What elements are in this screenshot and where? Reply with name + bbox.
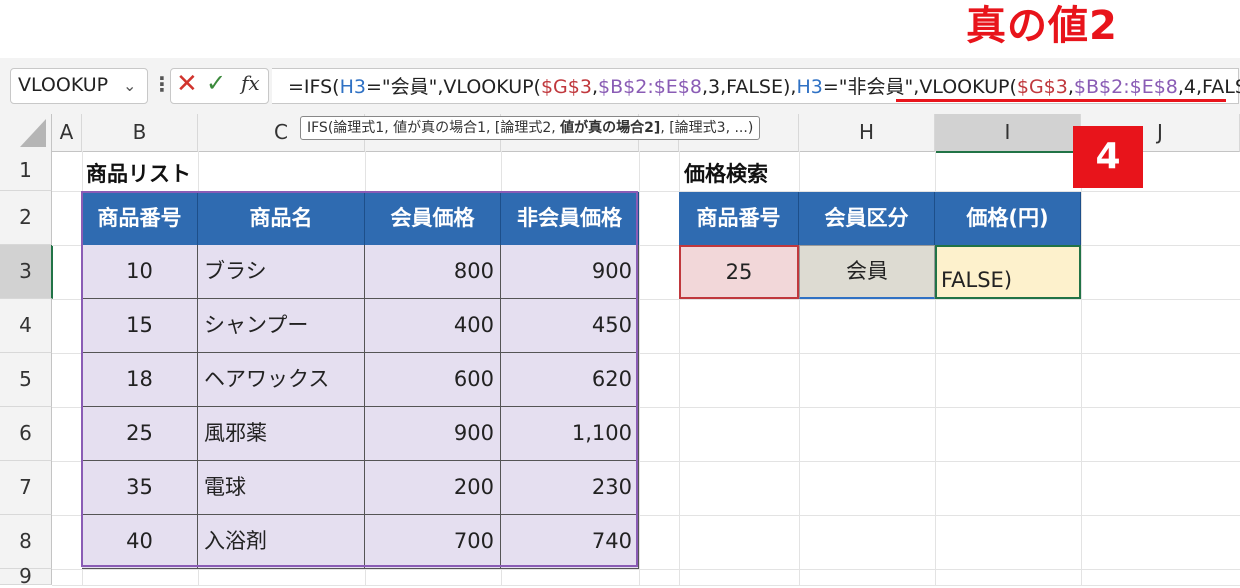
- chevron-down-icon[interactable]: ⌄: [123, 76, 136, 95]
- formula-part: ,3,FALSE): [702, 76, 791, 98]
- price-search-header[interactable]: 会員区分: [799, 192, 935, 245]
- price-search-header[interactable]: 価格(円): [935, 192, 1081, 245]
- product-list-cell[interactable]: 700: [365, 515, 501, 569]
- function-tooltip: IFS(論理式1, 値が真の場合1, [論理式2, 値が真の場合2], [論理式…: [300, 116, 761, 140]
- formula-part: ,4,FALSE): [1177, 76, 1240, 98]
- row-header-8[interactable]: 8: [0, 515, 52, 569]
- formula-part: $B$2:$E$8: [1073, 76, 1178, 98]
- formula-part: H3: [796, 76, 823, 98]
- product-list-cell[interactable]: 35: [82, 461, 198, 515]
- product-list-cell[interactable]: 400: [365, 299, 501, 353]
- product-list-cell[interactable]: 15: [82, 299, 198, 353]
- product-list-cell[interactable]: 18: [82, 353, 198, 407]
- formula-part: $B$2:$E$8: [598, 76, 702, 98]
- product-list-cell[interactable]: シャンプー: [198, 299, 365, 353]
- insert-function-icon[interactable]: fx: [241, 71, 260, 95]
- row-header-2[interactable]: 2: [0, 191, 52, 245]
- product-list-cell[interactable]: ブラシ: [198, 245, 365, 299]
- row-header-6[interactable]: 6: [0, 407, 52, 461]
- product-list-cell[interactable]: 200: [365, 461, 501, 515]
- tooltip-text-end: , [論理式3, ...): [660, 120, 754, 136]
- product-list-cell[interactable]: 800: [365, 245, 501, 299]
- more-options-icon[interactable]: ⋮: [152, 72, 172, 96]
- formula-part: ="会員",VLOOKUP(: [365, 76, 541, 98]
- product-list-cell[interactable]: 230: [501, 461, 639, 515]
- product-list-title: 商品リスト: [86, 162, 191, 186]
- select-all-triangle-icon: [20, 119, 46, 147]
- price-search-cell[interactable]: FALSE): [935, 245, 1081, 299]
- product-list-cell[interactable]: 740: [501, 515, 639, 569]
- formula-part: ="非会員",: [822, 76, 920, 98]
- product-list-cell[interactable]: 1,100: [501, 407, 639, 461]
- gridline: [1081, 151, 1082, 585]
- cancel-icon[interactable]: ✕: [176, 69, 198, 99]
- formula-part: H3: [339, 76, 366, 98]
- product-list-cell[interactable]: 40: [82, 515, 198, 569]
- product-list-cell[interactable]: 25: [82, 407, 198, 461]
- row-header-9[interactable]: 9: [0, 566, 52, 586]
- row-header-4[interactable]: 4: [0, 299, 52, 353]
- row-header-5[interactable]: 5: [0, 353, 52, 407]
- formula-part: $G$3: [540, 76, 592, 98]
- product-list-cell[interactable]: 450: [501, 299, 639, 353]
- row-header-3[interactable]: 3: [0, 245, 53, 299]
- price-search-cell[interactable]: 25: [679, 245, 799, 299]
- product-list-header[interactable]: 商品番号: [82, 192, 198, 245]
- product-list-cell[interactable]: 900: [501, 245, 639, 299]
- product-list-header[interactable]: 非会員価格: [501, 192, 639, 245]
- gridline: [52, 585, 1240, 586]
- product-list-cell[interactable]: 620: [501, 353, 639, 407]
- formula-part: =IFS(: [288, 76, 340, 98]
- price-search-header[interactable]: 商品番号: [679, 192, 799, 245]
- product-list-cell[interactable]: 風邪薬: [198, 407, 365, 461]
- product-list-header[interactable]: 商品名: [198, 192, 365, 245]
- row-header-7[interactable]: 7: [0, 461, 52, 515]
- product-list-cell[interactable]: 900: [365, 407, 501, 461]
- formula-part: VLOOKUP(: [919, 76, 1017, 98]
- price-search-title: 価格検索: [684, 162, 768, 186]
- step-badge: 4: [1073, 126, 1143, 188]
- row-header-1[interactable]: 1: [0, 151, 52, 191]
- product-list-header[interactable]: 会員価格: [365, 192, 501, 245]
- product-list-cell[interactable]: 電球: [198, 461, 365, 515]
- column-header-h[interactable]: H: [799, 114, 935, 152]
- column-header-a[interactable]: A: [52, 114, 82, 152]
- name-box-value: VLOOKUP: [18, 74, 109, 96]
- column-header-b[interactable]: B: [82, 114, 198, 152]
- formula-text[interactable]: =IFS(H3="会員",VLOOKUP($G$3,$B$2:$E$8,3,FA…: [288, 72, 1240, 99]
- tooltip-current-arg: 値が真の場合2]: [560, 120, 661, 136]
- gridline: [639, 151, 640, 585]
- product-list-cell[interactable]: 600: [365, 353, 501, 407]
- enter-check-icon[interactable]: ✓: [206, 69, 226, 97]
- gridline: [52, 569, 1240, 570]
- annotation-underline: [896, 99, 1226, 102]
- price-search-cell[interactable]: 会員: [799, 245, 935, 299]
- product-list-cell[interactable]: 10: [82, 245, 198, 299]
- product-list-cell[interactable]: 入浴剤: [198, 515, 365, 569]
- column-header-i[interactable]: I: [935, 114, 1081, 153]
- annotation-title: 真の値2: [966, 3, 1118, 49]
- product-list-cell[interactable]: ヘアワックス: [198, 353, 365, 407]
- formula-part: $G$3: [1016, 76, 1068, 98]
- tooltip-text-start: IFS(論理式1, 値が真の場合1, [論理式2,: [307, 120, 561, 136]
